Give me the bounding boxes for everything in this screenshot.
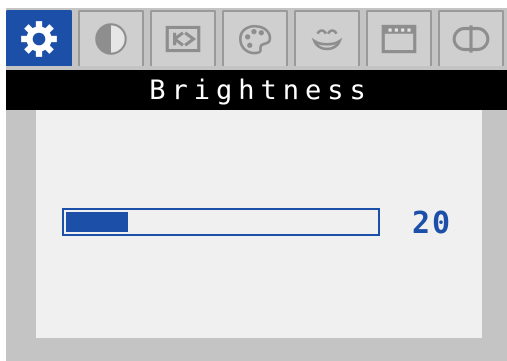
brightness-slider-fill xyxy=(66,212,128,232)
contrast-icon xyxy=(95,23,127,55)
face-icon xyxy=(311,29,343,51)
tab-color[interactable] xyxy=(222,10,288,66)
image-position-icon xyxy=(165,25,201,53)
tab-input[interactable] xyxy=(438,10,504,66)
tab-settings[interactable] xyxy=(6,10,72,66)
osd-menu: Brightness 20 xyxy=(6,8,507,361)
content-panel: 20 xyxy=(36,110,482,338)
tab-face[interactable] xyxy=(294,10,360,66)
tab-bar xyxy=(6,10,507,68)
gear-icon xyxy=(21,21,57,57)
display-icon xyxy=(381,24,417,54)
tab-image-position[interactable] xyxy=(150,10,216,66)
brightness-value: 20 xyxy=(412,206,453,241)
page-title-bar: Brightness xyxy=(6,70,507,110)
brightness-slider[interactable] xyxy=(62,208,380,236)
page-title: Brightness xyxy=(149,74,372,106)
input-icon xyxy=(452,25,490,53)
color-palette-icon xyxy=(238,24,272,55)
tab-contrast[interactable] xyxy=(78,10,144,66)
tab-display[interactable] xyxy=(366,10,432,66)
